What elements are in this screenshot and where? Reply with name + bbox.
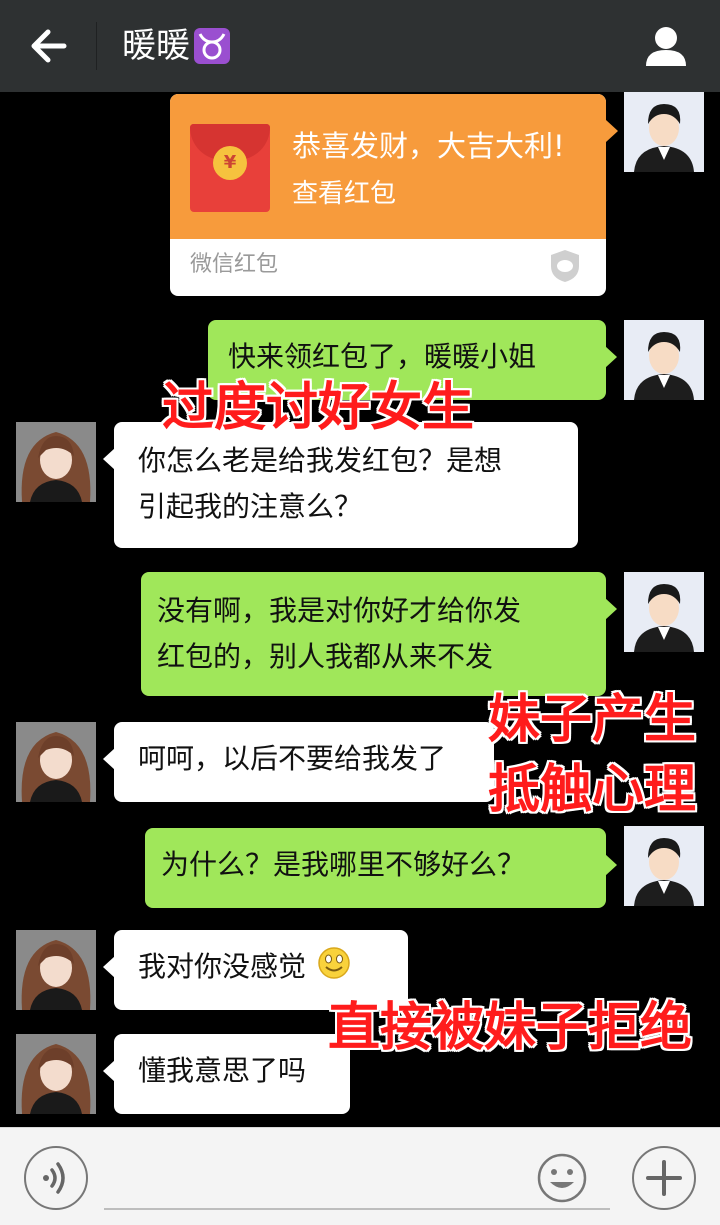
red-packet-footer: 微信红包 [190, 252, 279, 277]
message-bubble-received[interactable]: 你怎么老是给我发红包？是想 引起我的注意么？ [103, 422, 578, 548]
taurus-icon [194, 28, 230, 64]
back-button[interactable] [22, 20, 78, 72]
plus-icon [646, 1160, 682, 1196]
message-text: 懂我意思了吗 [138, 1054, 307, 1087]
girl-avatar-image [16, 1034, 96, 1114]
message-bubble-received[interactable]: 呵呵，以后不要给我发了 [103, 722, 494, 802]
contact-avatar[interactable] [16, 1034, 96, 1114]
my-avatar[interactable] [624, 92, 704, 172]
red-packet-action: 查看红包 [292, 179, 397, 209]
girl-avatar-image [16, 722, 96, 802]
red-packet-greeting: 恭喜发财，大吉大利! [292, 129, 565, 163]
boy-avatar-image [624, 826, 704, 906]
smiley-emoji-icon [318, 947, 350, 979]
voice-button[interactable] [24, 1146, 88, 1210]
boy-avatar-image [624, 572, 704, 652]
header-divider [96, 22, 97, 70]
my-avatar[interactable] [624, 572, 704, 652]
contact-avatar[interactable] [16, 930, 96, 1010]
girl-avatar-image [16, 422, 96, 502]
my-avatar[interactable] [624, 320, 704, 400]
annotation-label: 抵触心理 [488, 760, 697, 820]
message-bubble-sent[interactable]: 没有啊，我是对你好才给你发 红包的，别人我都从来不发 [141, 572, 617, 696]
annotation-label: 直接被妹子拒绝 [328, 998, 693, 1058]
chat-header: 暖暖 [0, 0, 720, 92]
boy-avatar-image [624, 320, 704, 400]
arrow-left-icon [31, 29, 67, 63]
more-button[interactable] [632, 1146, 696, 1210]
voice-icon [43, 1162, 65, 1194]
smiley-icon [537, 1153, 587, 1203]
person-icon [646, 27, 686, 66]
red-packet-message[interactable]: ¥ 恭喜发财，大吉大利! 查看红包 微信红包 [170, 94, 606, 296]
annotation-label: 妹子产生 [488, 690, 697, 750]
red-envelope-icon: ¥ [190, 124, 270, 212]
chat-title: 暖暖 [122, 21, 230, 71]
red-packet-tail [606, 120, 618, 142]
message-bubble-sent[interactable]: 为什么？是我哪里不够好么？ [145, 828, 617, 908]
coin-icon: ¥ [213, 146, 247, 180]
message-text: 呵呵，以后不要给我发了 [138, 742, 447, 775]
message-bubble-received[interactable]: 懂我意思了吗 [103, 1034, 350, 1114]
boy-avatar-image [624, 92, 704, 172]
shield-icon [551, 250, 579, 282]
message-text: 我对你没感觉 [138, 950, 307, 983]
input-toolbar [0, 1127, 720, 1225]
message-list[interactable]: ¥ 恭喜发财，大吉大利! 查看红包 微信红包 快来领红包了，暖暖小姐 你怎么老是… [0, 92, 720, 1127]
message-text: 没有啊，我是对你好才给你发 红包的，别人我都从来不发 [157, 594, 522, 673]
contact-avatar[interactable] [16, 722, 96, 802]
contact-avatar[interactable] [16, 422, 96, 502]
emoji-button[interactable] [536, 1152, 588, 1204]
message-input[interactable] [104, 1148, 610, 1210]
message-text: 你怎么老是给我发红包？是想 引起我的注意么？ [138, 444, 503, 523]
profile-button[interactable] [638, 18, 694, 74]
girl-avatar-image [16, 930, 96, 1010]
message-text: 为什么？是我哪里不够好么？ [161, 848, 526, 881]
contact-name: 暖暖 [122, 26, 190, 66]
annotation-label: 过度讨好女生 [162, 378, 475, 438]
message-text: 快来领红包了，暖暖小姐 [228, 340, 537, 373]
my-avatar[interactable] [624, 826, 704, 906]
